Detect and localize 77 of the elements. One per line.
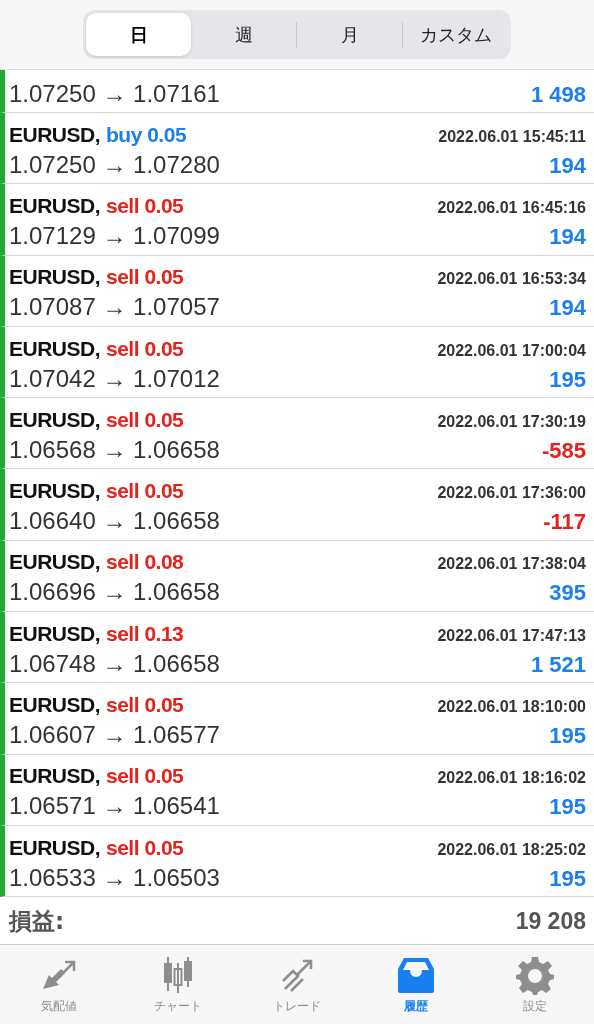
trade-row[interactable]: EURUSD, sell 0.05 2022.06.01 18:16:02 1.06571 → 1.06541 195 [0,754,594,826]
profit-value: 194 [549,223,586,250]
symbol-label: EURUSD, [9,479,100,504]
price-change: 1.07042 → 1.07012 [9,364,220,393]
nav-tab[interactable]: 履歴 [356,945,476,1024]
profit-value: 195 [549,865,586,892]
profit-value: -585 [541,437,586,464]
trade-time: 2022.06.01 17:36:00 [437,484,586,503]
symbol-label: EURUSD, [9,621,100,646]
period-tab[interactable]: 日 [86,13,191,56]
trade-volume: sell 0.05 [106,835,184,860]
trade-volume: sell 0.05 [106,407,184,432]
profit-value: 195 [549,794,586,821]
trade-row[interactable]: EURUSD, sell 0.05 2022.06.01 18:25:02 1.06533 → 1.06503 195 [0,825,594,898]
trade-volume: sell 0.05 [106,693,184,717]
period-tab[interactable]: 月 [297,13,402,56]
period-tab[interactable]: カスタム [403,13,508,56]
trade-time: 2022.06.01 15:45:11 [438,127,586,146]
profit-value: 195 [549,366,586,393]
trade-row[interactable]: EURUSD, sell 0.05 2022.06.01 18:10:00 1.06607 → 1.06577 195 [0,683,594,755]
trade-volume: sell 0.13 [106,621,184,646]
trade-row[interactable]: EURUSD, sell 0.08 2022.06.01 17:38:04 1.06696 → 1.06658 395 [0,540,594,613]
trade-row[interactable]: EURUSD, sell 0.05 2022.06.01 17:00:04 1.07042 → 1.07012 195 [0,326,594,399]
trade-time: 2022.06.01 17:47:13 [437,626,586,645]
profit-value: 1 521 [530,651,586,678]
trade-time: 2022.06.01 17:38:04 [437,555,586,574]
trade-time: 2022.06.01 18:25:02 [437,840,586,859]
symbol-label: EURUSD, [9,122,100,147]
trade-volume: sell 0.05 [106,764,184,789]
trade-row[interactable]: 1.07250 → 1.07161 1 498 [0,70,594,113]
trade-volume: buy 0.05 [106,122,187,147]
price-change: 1.06748 → 1.06658 [9,649,220,678]
symbol-label: EURUSD, [9,693,100,717]
profit-value: 194 [549,295,586,322]
price-change: 1.06571 → 1.06541 [9,792,220,821]
symbol-label: EURUSD, [9,336,100,361]
trade-time: 2022.06.01 17:00:04 [437,341,586,360]
trade-time: 2022.06.01 18:10:00 [437,698,586,716]
price-change: 1.06533 → 1.06503 [9,863,220,892]
price-change: 1.06568 → 1.06658 [9,435,220,464]
trade-row[interactable]: EURUSD, sell 0.05 2022.06.01 16:53:34 1.07087 → 1.07057 194 [0,255,594,327]
profit-value: 194 [549,152,586,179]
price-change: 1.07250 → 1.07280 [9,150,220,179]
settings-icon [514,954,555,995]
trade-volume: sell 0.08 [106,550,184,575]
symbol-label: EURUSD, [9,550,100,575]
price-change: 1.07129 → 1.07099 [9,221,220,250]
symbol-label: EURUSD, [9,407,100,432]
trade-row[interactable]: EURUSD, sell 0.05 2022.06.01 16:45:16 1.07129 → 1.07099 194 [0,184,594,256]
trade-time: 2022.06.01 16:53:34 [437,270,586,289]
trade-time: 2022.06.01 18:16:02 [437,769,586,788]
trade-time: 2022.06.01 16:45:16 [437,198,586,217]
total-profit: 19 208 [515,907,586,935]
profit-label: 損益: [9,906,65,936]
trade-volume: sell 0.05 [106,265,184,290]
profit-value: 1 498 [530,82,586,108]
price-change: 1.06607 → 1.06577 [9,721,220,749]
profit-value: -117 [543,509,586,536]
symbol-label: EURUSD, [9,193,100,218]
profit-value: 395 [549,580,586,607]
symbol-label: EURUSD, [9,265,100,290]
trade-volume: sell 0.05 [106,336,184,361]
trade-row[interactable]: EURUSD, sell 0.05 2022.06.01 17:30:19 1.06568 → 1.06658 -585 [0,398,594,470]
period-tab[interactable]: 週 [191,13,296,56]
trade-volume: sell 0.05 [106,479,184,504]
price-change: 1.07250 → 1.07161 [9,80,220,108]
price-change: 1.06696 → 1.06658 [9,578,220,607]
symbol-label: EURUSD, [9,835,100,860]
trade-time: 2022.06.01 17:30:19 [437,412,586,431]
trade-row[interactable]: EURUSD, sell 0.05 2022.06.01 17:36:00 1.06640 → 1.06658 -117 [0,469,594,541]
symbol-label: EURUSD, [9,764,100,789]
trade-row[interactable]: EURUSD, sell 0.13 2022.06.01 17:47:13 1.06748 → 1.06658 1 521 [0,612,594,684]
trade-volume: sell 0.05 [106,193,184,218]
price-change: 1.07087 → 1.07057 [9,293,220,322]
trade-row[interactable]: EURUSD, buy 0.05 2022.06.01 15:45:11 1.07250 → 1.07280 194 [0,113,594,185]
price-change: 1.06640 → 1.06658 [9,507,220,536]
profit-value: 195 [549,723,586,749]
